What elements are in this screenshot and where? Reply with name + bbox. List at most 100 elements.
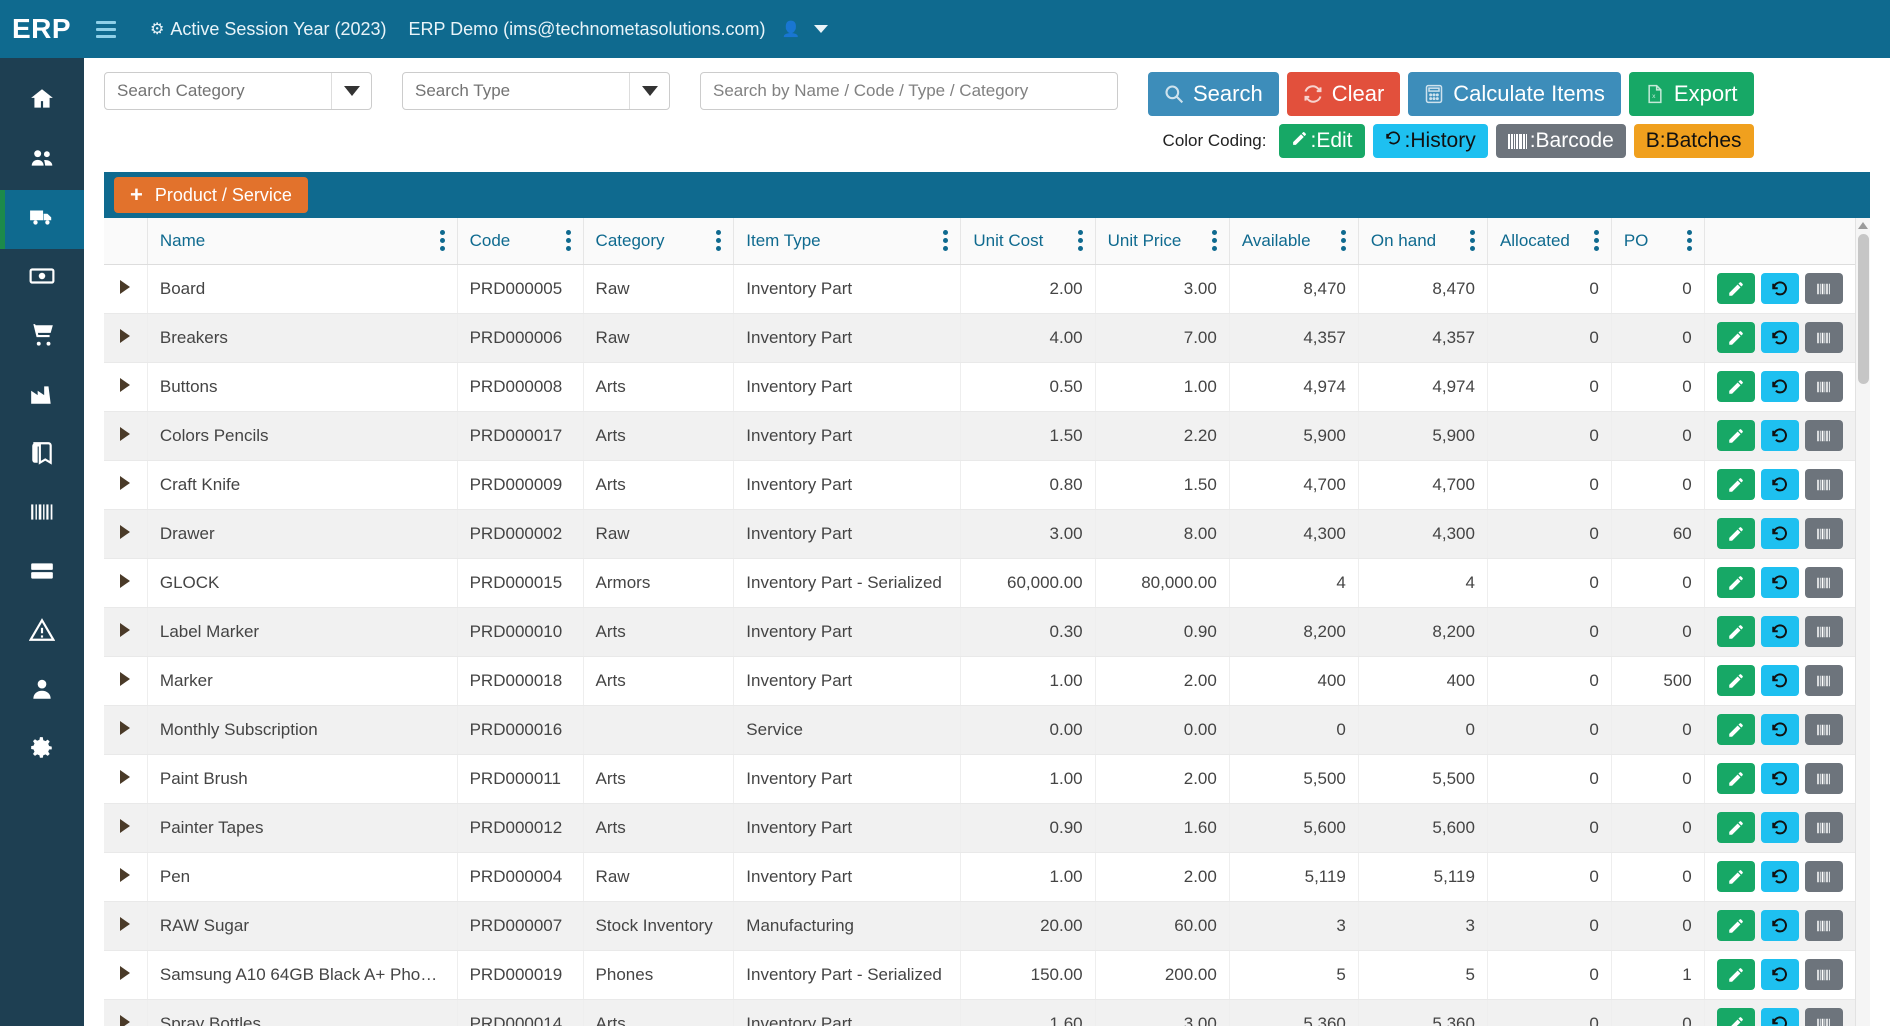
row-expand-toggle[interactable] xyxy=(104,901,148,951)
table-row[interactable]: Colors Pencils PRD000017 Arts Inventory Par… xyxy=(104,411,1870,461)
row-expand-toggle[interactable] xyxy=(104,754,148,804)
sidebar-item-reports[interactable] xyxy=(0,544,84,603)
column-menu-icon[interactable] xyxy=(716,230,722,252)
column-menu-icon[interactable] xyxy=(565,230,571,252)
row-history-button[interactable] xyxy=(1760,567,1799,598)
table-row[interactable]: Buttons PRD000008 Arts Inventory Part 0.50 1.… xyxy=(104,362,1870,412)
chevron-right-icon[interactable] xyxy=(120,475,131,490)
row-edit-button[interactable] xyxy=(1716,861,1755,892)
table-row[interactable]: GLOCK PRD000015 Armors Inventory Part - Ser… xyxy=(104,558,1870,608)
column-header-unit-price[interactable]: Unit Price xyxy=(1095,218,1230,265)
export-button[interactable]: x Export xyxy=(1628,72,1754,116)
search-input[interactable] xyxy=(700,72,1118,110)
chevron-right-icon[interactable] xyxy=(120,818,131,833)
row-history-button[interactable] xyxy=(1760,420,1799,451)
row-barcode-button[interactable] xyxy=(1804,910,1843,941)
active-session-year[interactable]: ⚙ Active Session Year (2023) xyxy=(150,19,386,40)
row-edit-button[interactable] xyxy=(1716,763,1755,794)
chevron-right-icon[interactable] xyxy=(120,573,131,588)
column-header-allocated[interactable]: Allocated xyxy=(1487,218,1612,265)
table-row[interactable]: Label Marker PRD000010 Arts Inventory Part 0… xyxy=(104,607,1870,657)
column-header-category[interactable]: Category xyxy=(583,218,735,265)
row-barcode-button[interactable] xyxy=(1804,616,1843,647)
sidebar-item-sales[interactable] xyxy=(0,308,84,367)
row-edit-button[interactable] xyxy=(1716,959,1755,990)
row-expand-toggle[interactable] xyxy=(104,411,148,461)
chevron-right-icon[interactable] xyxy=(120,328,131,343)
row-edit-button[interactable] xyxy=(1716,518,1755,549)
table-row[interactable]: Drawer PRD000002 Raw Inventory Part 3.00 8.00… xyxy=(104,509,1870,559)
row-history-button[interactable] xyxy=(1760,469,1799,500)
hamburger-menu-icon[interactable] xyxy=(84,20,128,38)
row-edit-button[interactable] xyxy=(1716,273,1755,304)
row-expand-toggle[interactable] xyxy=(104,607,148,657)
row-edit-button[interactable] xyxy=(1716,665,1755,696)
row-history-button[interactable] xyxy=(1760,273,1799,304)
legend-chip-barcode[interactable]: :Barcode xyxy=(1495,124,1626,158)
sidebar-item-dashboard[interactable] xyxy=(0,72,84,131)
column-header-name[interactable]: Name xyxy=(147,218,458,265)
column-menu-icon[interactable] xyxy=(1686,230,1692,252)
row-barcode-button[interactable] xyxy=(1804,1008,1843,1026)
table-row[interactable]: Board PRD000005 Raw Inventory Part 2.00 3.00 8… xyxy=(104,264,1870,314)
chevron-right-icon[interactable] xyxy=(120,965,131,980)
row-expand-toggle[interactable] xyxy=(104,705,148,755)
sidebar-item-users[interactable] xyxy=(0,662,84,721)
column-header-code[interactable]: Code xyxy=(457,218,584,265)
table-row[interactable]: Paint Brush PRD000011 Arts Inventory Part 1.… xyxy=(104,754,1870,804)
scrollbar-thumb[interactable] xyxy=(1858,234,1869,384)
sidebar-item-barcodes[interactable] xyxy=(0,485,84,544)
row-barcode-button[interactable] xyxy=(1804,518,1843,549)
row-barcode-button[interactable] xyxy=(1804,959,1843,990)
row-history-button[interactable] xyxy=(1760,371,1799,402)
row-barcode-button[interactable] xyxy=(1804,812,1843,843)
row-edit-button[interactable] xyxy=(1716,812,1755,843)
row-expand-toggle[interactable] xyxy=(104,950,148,1000)
row-history-button[interactable] xyxy=(1760,812,1799,843)
row-barcode-button[interactable] xyxy=(1804,322,1843,353)
row-expand-toggle[interactable] xyxy=(104,509,148,559)
table-row[interactable]: Craft Knife PRD000009 Arts Inventory Part 0.… xyxy=(104,460,1870,510)
row-edit-button[interactable] xyxy=(1716,371,1755,402)
column-menu-icon[interactable] xyxy=(1077,230,1083,252)
table-row[interactable]: Breakers PRD000006 Raw Inventory Part 4.00 7.… xyxy=(104,313,1870,363)
scroll-up-icon[interactable] xyxy=(1858,222,1868,229)
table-row[interactable]: RAW Sugar PRD000007 Stock Inventory Manufac… xyxy=(104,901,1870,951)
row-history-button[interactable] xyxy=(1760,910,1799,941)
row-history-button[interactable] xyxy=(1760,1008,1799,1026)
row-edit-button[interactable] xyxy=(1716,322,1755,353)
row-history-button[interactable] xyxy=(1760,959,1799,990)
row-history-button[interactable] xyxy=(1760,518,1799,549)
row-barcode-button[interactable] xyxy=(1804,420,1843,451)
chevron-right-icon[interactable] xyxy=(120,720,131,735)
row-barcode-button[interactable] xyxy=(1804,861,1843,892)
row-barcode-button[interactable] xyxy=(1804,763,1843,794)
row-edit-button[interactable] xyxy=(1716,910,1755,941)
row-barcode-button[interactable] xyxy=(1804,714,1843,745)
row-history-button[interactable] xyxy=(1760,322,1799,353)
column-menu-icon[interactable] xyxy=(1469,230,1475,252)
chevron-down-icon[interactable] xyxy=(331,73,371,109)
row-expand-toggle[interactable] xyxy=(104,362,148,412)
column-menu-icon[interactable] xyxy=(439,230,445,252)
row-expand-toggle[interactable] xyxy=(104,852,148,902)
clear-button[interactable]: Clear xyxy=(1286,72,1401,116)
legend-chip-batches[interactable]: B:Batches xyxy=(1633,124,1754,158)
chevron-right-icon[interactable] xyxy=(120,916,131,931)
table-row[interactable]: Marker PRD000018 Arts Inventory Part 1.00 2.0… xyxy=(104,656,1870,706)
row-expand-toggle[interactable] xyxy=(104,264,148,314)
row-expand-toggle[interactable] xyxy=(104,803,148,853)
table-row[interactable]: Samsung A10 64GB Black A+ Phones PRD00001… xyxy=(104,950,1870,1000)
row-barcode-button[interactable] xyxy=(1804,665,1843,696)
row-edit-button[interactable] xyxy=(1716,567,1755,598)
row-history-button[interactable] xyxy=(1760,861,1799,892)
column-menu-icon[interactable] xyxy=(1593,230,1599,252)
table-row[interactable]: Monthly Subscription PRD000016 Service 0.00… xyxy=(104,705,1870,755)
row-edit-button[interactable] xyxy=(1716,469,1755,500)
table-row[interactable]: Painter Tapes PRD000012 Arts Inventory Part… xyxy=(104,803,1870,853)
sidebar-item-inventory[interactable] xyxy=(0,190,84,249)
row-history-button[interactable] xyxy=(1760,616,1799,647)
row-expand-toggle[interactable] xyxy=(104,999,148,1026)
row-edit-button[interactable] xyxy=(1716,714,1755,745)
row-edit-button[interactable] xyxy=(1716,420,1755,451)
